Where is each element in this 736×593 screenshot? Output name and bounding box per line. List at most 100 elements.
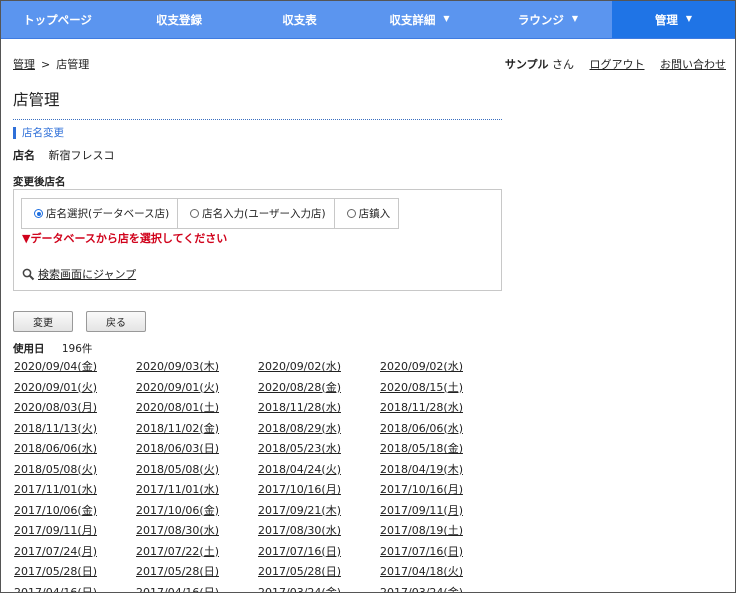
usage-date-link[interactable]: 2017/10/16(月) xyxy=(380,480,502,501)
section-title: 店名変更 xyxy=(13,127,64,139)
usage-date-link[interactable]: 2020/08/28(金) xyxy=(258,378,380,399)
usage-date-link[interactable]: 2017/04/16(日) xyxy=(14,583,136,593)
breadcrumb-separator: > xyxy=(41,58,51,71)
nav-income-table[interactable]: 収支表 xyxy=(244,1,355,38)
nav-label: ラウンジ xyxy=(517,12,564,27)
usage-date-link[interactable]: 2018/05/23(水) xyxy=(258,439,380,460)
radio-unselected-icon xyxy=(190,209,200,218)
usage-date-link[interactable]: 2018/05/08(火) xyxy=(136,460,258,481)
usage-date-link[interactable]: 2018/11/02(金) xyxy=(136,419,258,440)
usage-label: 使用日 xyxy=(13,343,45,355)
usage-date-link[interactable]: 2017/04/16(日) xyxy=(136,583,258,593)
usage-date-link[interactable]: 2017/11/01(水) xyxy=(14,480,136,501)
after-change-label: 変更後店名 xyxy=(13,176,66,188)
page-title: 店管理 xyxy=(13,91,60,109)
usage-date-link[interactable]: 2020/09/03(木) xyxy=(136,357,258,378)
current-shop-row: 店名 新宿フレスコ xyxy=(13,147,115,163)
radio-user-input-shop[interactable]: 店名入力(ユーザー入力店) xyxy=(178,199,335,228)
usage-date-link[interactable]: 2017/07/24(月) xyxy=(14,542,136,563)
usage-date-link[interactable]: 2018/06/06(水) xyxy=(380,419,502,440)
usage-date-link[interactable]: 2020/08/15(土) xyxy=(380,378,502,399)
nav-admin[interactable]: 管理 ▼ xyxy=(612,1,735,38)
radio-database-shop[interactable]: 店名選択(データベース店) xyxy=(22,199,179,228)
usage-count: 196件 xyxy=(61,343,93,355)
search-jump: 検索画面にジャンプ xyxy=(22,266,136,282)
usage-date-link[interactable]: 2018/05/18(金) xyxy=(380,439,502,460)
page-frame: トップページ 収支登録 収支表 収支詳細 ▼ ラウンジ ▼ 管理 ▼ 管理 > 店管… xyxy=(0,0,736,593)
usage-date-link[interactable]: 2017/10/16(月) xyxy=(258,480,380,501)
user-suffix: さん xyxy=(552,58,574,71)
usage-date-link[interactable]: 2017/05/28(日) xyxy=(258,562,380,583)
nav-label: 収支表 xyxy=(282,12,317,27)
usage-date-link[interactable]: 2017/08/19(土) xyxy=(380,521,502,542)
user-name: サンプル xyxy=(504,58,549,71)
usage-date-link[interactable]: 2017/05/28(日) xyxy=(14,562,136,583)
nav-label: トップページ xyxy=(23,12,92,27)
usage-date-link[interactable]: 2020/09/02(水) xyxy=(258,357,380,378)
warning-message: ▼データベースから店を選択してください xyxy=(22,232,228,245)
chevron-down-icon: ▼ xyxy=(571,14,579,23)
usage-date-link[interactable]: 2020/09/01(火) xyxy=(136,378,258,399)
nav-income-detail[interactable]: 収支詳細 ▼ xyxy=(355,1,484,38)
breadcrumb-admin-link[interactable]: 管理 xyxy=(13,58,35,71)
usage-date-link[interactable]: 2018/06/03(日) xyxy=(136,439,258,460)
shop-change-box: 店名選択(データベース店) 店名入力(ユーザー入力店) 店鎮入 ▼データベースか… xyxy=(13,189,502,291)
usage-date-link[interactable]: 2018/08/29(水) xyxy=(258,419,380,440)
chevron-down-icon: ▼ xyxy=(443,14,450,23)
radio-label: 店鎮入 xyxy=(358,208,391,220)
title-divider xyxy=(13,119,502,120)
radio-shop-other[interactable]: 店鎮入 xyxy=(335,199,399,228)
nav-label: 収支詳細 xyxy=(389,12,436,27)
shop-label: 店名 xyxy=(13,149,35,162)
nav-top-page[interactable]: トップページ xyxy=(1,1,114,38)
radio-unselected-icon xyxy=(346,209,356,218)
usage-date-link[interactable]: 2017/07/16(日) xyxy=(380,542,502,563)
search-jump-link[interactable]: 検索画面にジャンプ xyxy=(38,266,136,282)
usage-date-link[interactable]: 2018/04/24(火) xyxy=(258,460,380,481)
usage-date-link[interactable]: 2017/08/30(水) xyxy=(258,521,380,542)
breadcrumb-current: 店管理 xyxy=(56,58,90,71)
logout-link[interactable]: ログアウト xyxy=(590,58,645,71)
usage-date-link[interactable]: 2017/08/30(水) xyxy=(136,521,258,542)
usage-date-link[interactable]: 2017/09/21(木) xyxy=(258,501,380,522)
usage-date-link[interactable]: 2018/04/19(木) xyxy=(380,460,502,481)
usage-date-link[interactable]: 2017/05/28(日) xyxy=(136,562,258,583)
usage-date-link[interactable]: 2020/09/01(火) xyxy=(14,378,136,399)
usage-date-link[interactable]: 2017/09/11(月) xyxy=(14,521,136,542)
usage-date-link[interactable]: 2020/09/02(水) xyxy=(380,357,502,378)
shop-value: 新宿フレスコ xyxy=(48,149,115,162)
usage-date-link[interactable]: 2017/07/22(土) xyxy=(136,542,258,563)
user-area: サンプル さん ログアウト お問い合わせ xyxy=(505,56,726,72)
radio-label: 店名選択(データベース店) xyxy=(46,208,170,220)
usage-date-link[interactable]: 2018/05/08(火) xyxy=(14,460,136,481)
usage-date-link[interactable]: 2017/10/06(金) xyxy=(14,501,136,522)
breadcrumb: 管理 > 店管理 xyxy=(13,56,89,72)
usage-date-link[interactable]: 2020/08/03(月) xyxy=(14,398,136,419)
usage-date-link[interactable]: 2017/10/06(金) xyxy=(136,501,258,522)
change-button[interactable]: 変更 xyxy=(13,311,73,332)
usage-date-link[interactable]: 2017/03/24(金) xyxy=(380,583,502,593)
nav-label: 収支登録 xyxy=(156,12,202,27)
top-navbar: トップページ 収支登録 収支表 収支詳細 ▼ ラウンジ ▼ 管理 ▼ xyxy=(1,1,735,39)
chevron-down-icon: ▼ xyxy=(685,14,693,23)
usage-date-link[interactable]: 2017/03/24(金) xyxy=(258,583,380,593)
shop-type-radio-group: 店名選択(データベース店) 店名入力(ユーザー入力店) 店鎮入 xyxy=(21,198,400,229)
nav-lounge[interactable]: ラウンジ ▼ xyxy=(484,1,612,38)
usage-date-link[interactable]: 2017/07/16(日) xyxy=(258,542,380,563)
nav-label: 管理 xyxy=(654,12,678,27)
usage-date-link[interactable]: 2018/11/13(火) xyxy=(14,419,136,440)
usage-date-link[interactable]: 2020/08/01(土) xyxy=(136,398,258,419)
usage-date-link[interactable]: 2018/11/28(水) xyxy=(380,398,502,419)
usage-summary: 使用日 196件 xyxy=(13,341,92,356)
nav-income-register[interactable]: 収支登録 xyxy=(114,1,244,38)
usage-date-link[interactable]: 2017/04/18(火) xyxy=(380,562,502,583)
contact-link[interactable]: お問い合わせ xyxy=(660,58,726,71)
radio-label: 店名入力(ユーザー入力店) xyxy=(202,208,326,220)
usage-date-link[interactable]: 2017/09/11(月) xyxy=(380,501,502,522)
usage-date-link[interactable]: 2020/09/04(金) xyxy=(14,357,136,378)
usage-date-link[interactable]: 2018/06/06(水) xyxy=(14,439,136,460)
radio-selected-icon xyxy=(34,209,43,218)
back-button[interactable]: 戻る xyxy=(86,311,146,332)
usage-date-link[interactable]: 2018/11/28(水) xyxy=(258,398,380,419)
usage-date-link[interactable]: 2017/11/01(水) xyxy=(136,480,258,501)
